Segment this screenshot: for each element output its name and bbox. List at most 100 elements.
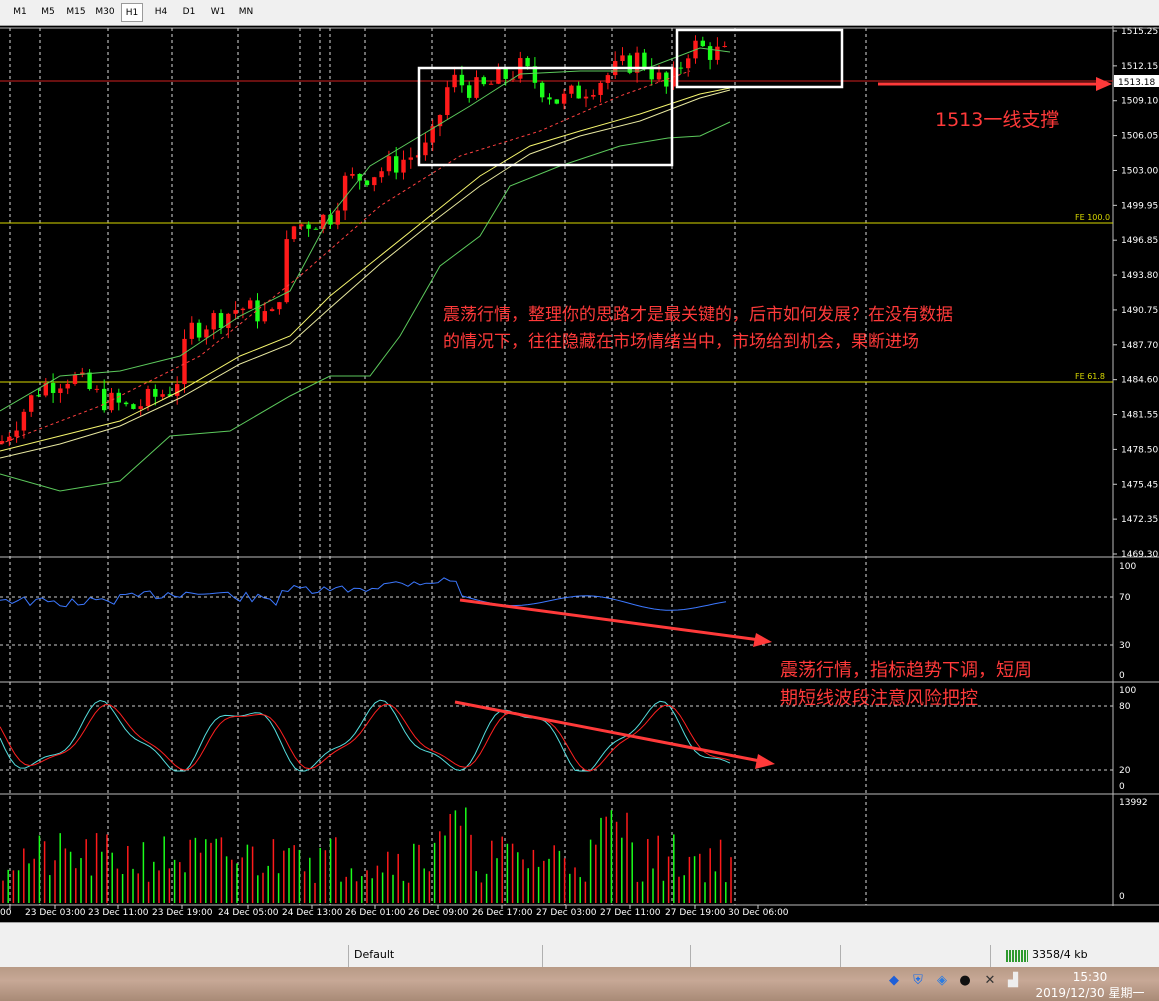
time-tick-label: 26 Dec 09:00 <box>408 908 469 918</box>
volume-muted-icon[interactable]: ✕ <box>982 973 998 989</box>
clock-date: 2019/12/30 星期一 <box>1035 986 1145 1000</box>
candle-body <box>204 329 209 338</box>
timeframe-d1-button[interactable]: D1 <box>177 3 201 22</box>
stoch-axis-label: 0 <box>1119 782 1125 792</box>
candle-body <box>123 402 129 405</box>
timeframe-mn-button[interactable]: MN <box>234 3 258 22</box>
status-bar: Default 3358/4 kb <box>0 922 1159 968</box>
candle-body <box>379 171 384 178</box>
clock-time: 15:30 <box>1072 970 1108 984</box>
signal-icon[interactable]: ▟ <box>1005 973 1021 989</box>
candle-body <box>423 142 428 156</box>
candle-body <box>7 436 12 441</box>
indicator-commentary: 震荡行情，指标趋势下调，短周期短线波段注意风险把控 <box>780 660 1032 709</box>
price-tick-label: 1472.35 <box>1121 515 1158 525</box>
candle-body <box>649 67 654 80</box>
candle-body <box>342 175 348 211</box>
time-tick-label: 23 Dec 11:00 <box>88 908 149 918</box>
network-shield-icon[interactable]: ◆ <box>886 973 902 989</box>
candle-body <box>401 159 406 173</box>
status-separator <box>348 945 349 967</box>
candle-body <box>700 40 705 47</box>
security-shield-icon[interactable]: ⛨ <box>910 973 926 989</box>
candle-body <box>50 382 56 393</box>
price-chart-svg[interactable]: 1515.25 1512.15 1509.10 1506.05 1503.00 1499.… <box>0 26 1159 922</box>
windows-taskbar: ◆ ⛨ ◈ ● ✕ ▟ 15:30 2019/12/30 星期一 <box>0 967 1159 1001</box>
candle-body <box>664 72 669 87</box>
rsi-axis-label: 30 <box>1119 641 1131 651</box>
candle-body <box>488 83 494 85</box>
candle-body <box>65 383 70 389</box>
candle-body <box>21 411 27 431</box>
candle-body <box>678 67 684 69</box>
candle-body <box>299 224 304 227</box>
timeframe-m1-button[interactable]: M1 <box>8 3 32 22</box>
candle-body <box>496 68 501 84</box>
price-tick-label: 1509.10 <box>1121 97 1158 107</box>
candle-body <box>481 77 486 85</box>
price-tick-label: 1490.75 <box>1121 306 1158 316</box>
candle-body <box>160 394 165 397</box>
candle-body <box>634 52 640 73</box>
app-cube-icon[interactable]: ◈ <box>934 973 950 989</box>
time-tick-label: 23 Dec 03:00 <box>25 908 86 918</box>
timeframe-m30-button[interactable]: M30 <box>92 3 118 22</box>
time-tick-label: 27 Dec 19:00 <box>665 908 726 918</box>
price-tick-label: 1506.05 <box>1121 132 1158 142</box>
candle-body <box>58 388 63 393</box>
candle-body <box>153 388 158 397</box>
time-tick-label: 30 Dec 06:00 <box>728 908 789 918</box>
price-tick-label: 1503.00 <box>1121 166 1158 176</box>
candle-body <box>94 388 100 390</box>
candle-body <box>291 226 297 240</box>
candle-body <box>467 85 472 98</box>
candle-body <box>452 74 457 88</box>
price-tick-label: 1515.25 <box>1121 27 1158 37</box>
stoch-trend-arrow-line <box>454 700 761 763</box>
candle-body <box>561 93 567 104</box>
candle-body <box>350 173 355 176</box>
support-arrow-head <box>1096 77 1112 91</box>
timeframe-m15-button[interactable]: M15 <box>63 3 89 22</box>
candle-body <box>591 94 596 97</box>
timeframe-h4-button[interactable]: H4 <box>149 3 173 22</box>
candle-body <box>175 384 180 396</box>
volume-axis-label: 0 <box>1119 892 1125 902</box>
candle-body <box>262 311 267 322</box>
volume-axis-label: 13992 <box>1119 798 1148 808</box>
qq-penguin-icon[interactable]: ● <box>957 973 973 989</box>
candle-body <box>364 180 370 186</box>
candle-body <box>29 395 34 412</box>
price-tick-label: 1499.95 <box>1121 201 1158 211</box>
status-separator <box>990 945 991 967</box>
candle-body <box>226 313 231 329</box>
candle-body <box>474 77 479 98</box>
timeframe-m5-button[interactable]: M5 <box>36 3 60 22</box>
candle-body <box>656 72 662 80</box>
candle-body <box>131 404 136 409</box>
candle-body <box>277 302 282 310</box>
time-tick-label: 00 <box>0 908 12 918</box>
current-price-label: 1513.18 <box>1118 78 1155 88</box>
candle-body <box>459 74 465 86</box>
candle-body <box>335 210 340 225</box>
timeframe-w1-button[interactable]: W1 <box>206 3 230 22</box>
traffic-counter: 3358/4 kb <box>1032 948 1088 961</box>
profile-name[interactable]: Default <box>354 945 394 965</box>
candle-body <box>598 82 603 95</box>
time-tick-label: 24 Dec 05:00 <box>218 908 279 918</box>
candle-body <box>707 46 713 60</box>
candle-body <box>109 392 114 411</box>
candle-body <box>87 372 92 389</box>
system-clock[interactable]: 15:30 2019/12/30 星期一 <box>1035 967 1145 1001</box>
candle-body <box>102 388 107 411</box>
chart-window[interactable]: 1515.25 1512.15 1509.10 1506.05 1503.00 1499.… <box>0 26 1159 922</box>
rsi-line <box>0 577 727 611</box>
candle-body <box>620 55 625 62</box>
status-separator <box>690 945 691 967</box>
fib-level-label: FE 61.8 <box>1075 372 1105 381</box>
stoch-axis-label: 20 <box>1119 766 1131 776</box>
market-commentary: 震荡行情，整理你的思路才是最关键的，后市如何发展？在没有数据的情况下，往往隐藏在… <box>443 305 953 352</box>
candle-body <box>306 224 311 229</box>
timeframe-h1-button[interactable]: H1 <box>121 3 143 22</box>
